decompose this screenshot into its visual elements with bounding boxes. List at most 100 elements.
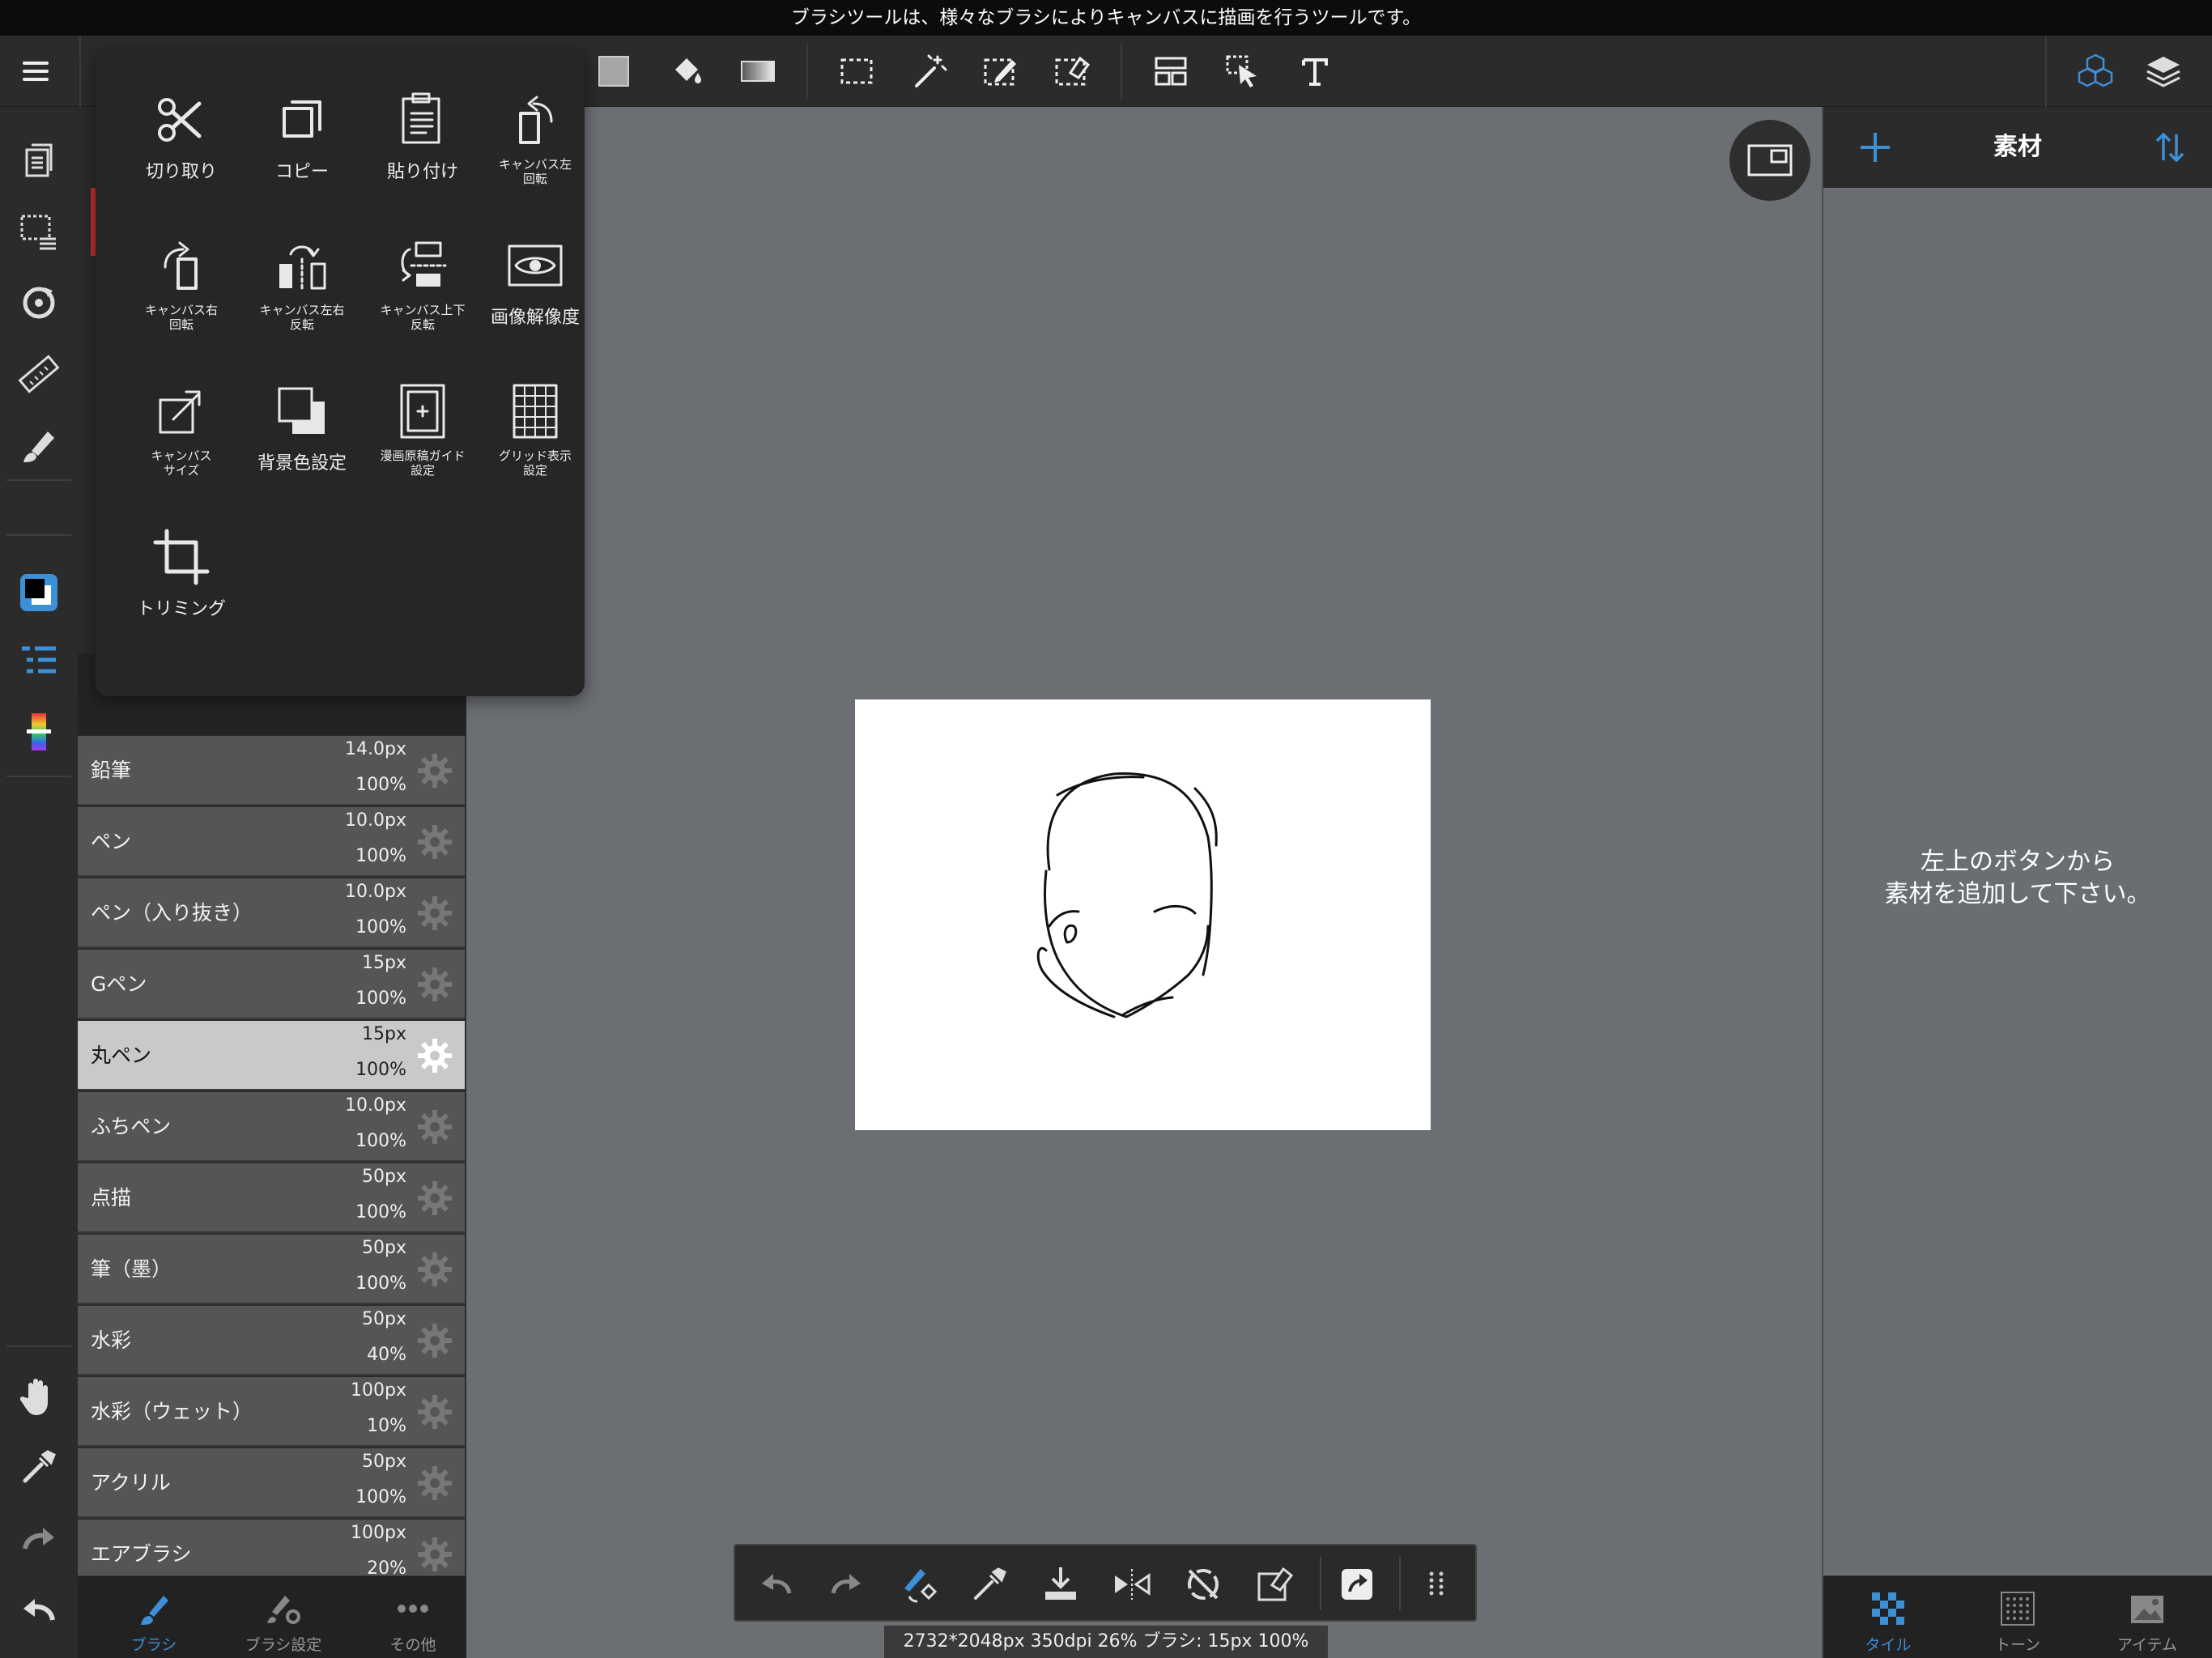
quick-more-button[interactable] [1412, 1560, 1461, 1609]
popup-background-color[interactable]: 背景色設定 [241, 380, 363, 474]
color-bar-icon[interactable] [13, 706, 65, 758]
brush-name: アクリル [91, 1471, 171, 1494]
materials-icon[interactable] [2073, 49, 2118, 94]
quick-symmetry-button[interactable] [1108, 1560, 1156, 1609]
menu-icon[interactable] [13, 49, 58, 94]
gradient-icon[interactable] [735, 49, 781, 94]
gear-icon[interactable] [416, 1465, 453, 1502]
quick-eyedropper-button[interactable] [965, 1560, 1014, 1609]
redo-icon[interactable] [13, 1512, 65, 1564]
eyedropper-icon[interactable] [13, 1441, 65, 1493]
brush-row[interactable]: ふちペン 10.0px 100% [78, 1092, 465, 1162]
rotate-icon[interactable] [13, 277, 65, 329]
sort-button[interactable] [2150, 128, 2189, 167]
selection-icon[interactable] [13, 206, 65, 257]
popup-cut[interactable]: 切り取り [121, 89, 242, 183]
quick-rotation-lock-button[interactable] [1179, 1560, 1227, 1609]
brush-name: 点描 [91, 1186, 132, 1209]
brush-row[interactable]: Gペン 15px 100% [78, 950, 465, 1019]
quick-redo-button[interactable] [823, 1560, 871, 1609]
item-icon [2131, 1596, 2163, 1623]
popup-flip-vertical[interactable]: キャンバス上下 反転 [362, 235, 483, 332]
quick-save-button[interactable] [1036, 1560, 1085, 1609]
brush-row[interactable]: ペン（入り抜き） 10.0px 100% [78, 878, 465, 948]
gear-icon[interactable] [416, 823, 453, 861]
edit-popup-menu: 切り取り コピー 貼り付け キャンバス左 回転 キャンバス右 回転 キャンバス左… [96, 49, 585, 696]
gear-icon[interactable] [416, 966, 453, 1003]
quick-undo-button[interactable] [751, 1560, 800, 1609]
quick-brush-eraser-toggle[interactable] [894, 1560, 942, 1609]
popup-rotate-left[interactable]: キャンバス左 回転 [483, 89, 588, 186]
brush-opacity: 100% [355, 846, 406, 866]
color-icon[interactable] [13, 567, 65, 619]
undo-icon [762, 1574, 792, 1594]
ruler-icon[interactable] [13, 348, 65, 400]
eraser-select-icon[interactable] [1049, 49, 1095, 94]
save-icon [1045, 1567, 1076, 1600]
brush-size: 50px [362, 1452, 406, 1472]
brush-size: 50px [362, 1167, 406, 1187]
color-swatch-icon[interactable] [591, 49, 636, 94]
more-icon [398, 1605, 428, 1613]
popup-flip-horizontal[interactable]: キャンバス左右 反転 [241, 235, 363, 332]
popup-manga-guide[interactable]: 漫画原稿ガイド 設定 [362, 380, 483, 478]
brush-opacity: 100% [355, 1060, 406, 1080]
popup-image-resolution[interactable]: 画像解像度 [483, 235, 588, 329]
rect-select-icon[interactable] [834, 49, 879, 94]
popup-rotate-right[interactable]: キャンバス右 回転 [121, 235, 242, 332]
undo-icon[interactable] [13, 1584, 65, 1635]
popup-crop[interactable]: トリミング [121, 526, 242, 620]
layers-icon[interactable] [2141, 49, 2186, 94]
popup-grid-label: グリッド表示 設定 [498, 449, 572, 478]
tab-item[interactable]: アイテム [2082, 1576, 2212, 1658]
popup-canvas-size[interactable]: キャンバス サイズ [121, 380, 242, 478]
gear-icon[interactable] [416, 1251, 453, 1288]
brush-row[interactable]: ペン 10.0px 100% [78, 807, 465, 877]
brush-size: 50px [362, 1238, 406, 1258]
popup-rotate-right-label: キャンバス右 回転 [144, 303, 218, 332]
document-icon[interactable] [13, 134, 65, 186]
gear-icon[interactable] [416, 752, 453, 789]
brush-row[interactable]: 水彩（ウェット） 100px 10% [78, 1377, 465, 1447]
add-material-button[interactable] [1856, 128, 1895, 167]
tab-more[interactable]: その他 [348, 1576, 478, 1658]
tab-tile[interactable]: タイル [1823, 1576, 1953, 1658]
brush-row[interactable]: 点描 50px 100% [78, 1163, 465, 1233]
brush-row[interactable]: 鉛筆 14.0px 100% [78, 736, 465, 806]
gear-icon[interactable] [416, 1322, 453, 1359]
gear-icon[interactable] [416, 1037, 453, 1074]
popup-paste[interactable]: 貼り付け [362, 89, 483, 183]
popup-grid[interactable]: グリッド表示 設定 [483, 380, 588, 478]
popup-background-color-label: 背景色設定 [257, 453, 347, 474]
tab-brush-settings[interactable]: ブラシ設定 [219, 1576, 348, 1658]
quick-share-button[interactable] [1333, 1560, 1381, 1609]
quick-clear-button[interactable] [1250, 1560, 1299, 1609]
hand-icon[interactable] [13, 1370, 65, 1422]
gear-icon[interactable] [416, 1536, 453, 1573]
grid-icon [513, 384, 558, 439]
brush-row[interactable]: 水彩 50px 40% [78, 1306, 465, 1375]
navigator-button[interactable] [1729, 120, 1810, 201]
gear-icon[interactable] [416, 895, 453, 932]
gear-icon[interactable] [416, 1393, 453, 1431]
bucket-icon[interactable] [664, 49, 709, 94]
gear-icon[interactable] [416, 1108, 453, 1146]
gear-icon[interactable] [416, 1180, 453, 1217]
pen-select-icon[interactable] [978, 49, 1023, 94]
text-icon[interactable] [1292, 49, 1338, 94]
popup-copy[interactable]: コピー [241, 89, 363, 183]
select-move-icon[interactable] [1221, 49, 1266, 94]
brush-icon[interactable] [13, 419, 65, 471]
share-icon [1342, 1569, 1372, 1600]
drawing-canvas[interactable] [855, 699, 1431, 1130]
layer-list-icon[interactable] [13, 636, 65, 688]
paste-icon [402, 92, 440, 144]
brush-row[interactable]: 筆（墨） 50px 100% [78, 1235, 465, 1304]
magic-wand-icon[interactable] [907, 49, 952, 94]
layout-icon[interactable] [1148, 49, 1193, 94]
tab-brush[interactable]: ブラシ [89, 1576, 219, 1658]
brush-row[interactable]: 丸ペン 15px 100% [78, 1021, 465, 1090]
brush-row[interactable]: アクリル 50px 100% [78, 1448, 465, 1518]
tab-tone[interactable]: トーン [1953, 1576, 2082, 1658]
quick-access-bar [734, 1544, 1477, 1622]
